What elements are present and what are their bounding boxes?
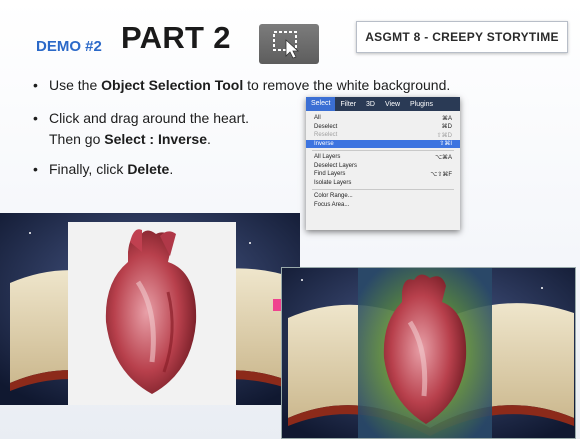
bullet-bold: Delete (127, 161, 170, 177)
bullet-text: Finally, click (49, 161, 128, 177)
menu-filter[interactable]: Filter (335, 101, 361, 108)
assignment-label: ASGMT 8 - CREEPY STORYTIME (356, 21, 568, 53)
menu-view[interactable]: View (380, 101, 405, 108)
menu-3d[interactable]: 3D (361, 101, 380, 108)
menu-item-focus-area[interactable]: Focus Area... (306, 201, 460, 210)
menu-item-deselect[interactable]: Deselect ⌘D (306, 123, 460, 132)
bullet-text: to remove the white background. (243, 77, 451, 93)
part-title: PART 2 (121, 20, 231, 55)
menu-item-all[interactable]: All ⌘A (306, 114, 460, 123)
menu-item-isolate-layers[interactable]: Isolate Layers (306, 179, 460, 188)
menu-select[interactable]: Select (306, 97, 336, 111)
menu-item-all-layers[interactable]: All Layers ⌥⌘A (306, 153, 460, 162)
menu-item-reselect[interactable]: Reselect ⇧⌘D (306, 131, 460, 140)
bullet-bold: Select : Inverse (104, 131, 207, 147)
bullet-dot: • (33, 110, 38, 126)
bullet-dot: • (33, 161, 38, 177)
object-selection-tool-icon (259, 24, 319, 64)
menu-separator (312, 189, 454, 190)
menubar: Select Filter 3D View Plugins (306, 97, 460, 111)
bullet-text: . (169, 161, 174, 177)
result-composite-image (281, 267, 576, 439)
bullet-text: Use the (49, 77, 102, 93)
demo-label: DEMO #2 (36, 38, 102, 55)
slide: DEMO #2 PART 2 ASGMT 8 - CREEPY STORYTIM… (0, 0, 580, 439)
menu-plugins[interactable]: Plugins (405, 101, 438, 108)
menu-separator (312, 150, 454, 151)
heart-photo-white-background (68, 222, 236, 405)
menu-item-inverse[interactable]: Inverse ⇧⌘I (306, 139, 460, 148)
bullet-bold: Object Selection Tool (101, 77, 244, 93)
menu-item-deselect-layers[interactable]: Deselect Layers (306, 162, 460, 171)
select-menu-screenshot: Select Filter 3D View Plugins All ⌘A Dese… (306, 97, 460, 230)
menu-item-find-layers[interactable]: Find Layers ⌥⇧⌘F (306, 170, 460, 179)
bullet-text: Click and drag around the heart. (49, 110, 250, 126)
menu-item-color-range[interactable]: Color Range... (306, 192, 460, 201)
bullet-text: . (207, 131, 211, 147)
bullet-text: Then go (49, 131, 105, 147)
bullet-dot: • (33, 77, 38, 93)
